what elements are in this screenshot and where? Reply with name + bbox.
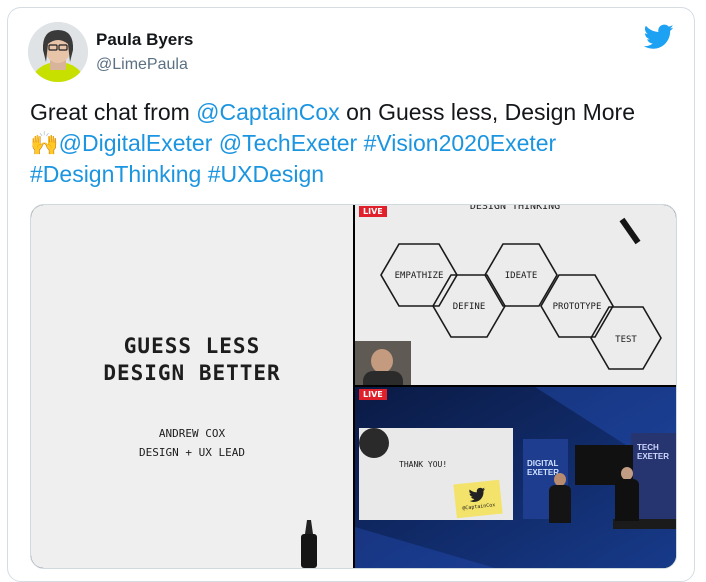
mention-captaincox[interactable]: @CaptainCox	[196, 99, 340, 125]
tweet-line-3: #DesignThinking #UXDesign	[30, 159, 680, 190]
slide-subtitle-line-1: ANDREW COX	[158, 427, 226, 440]
slide-subtitle-line-2: DESIGN + UX LEAD	[139, 446, 245, 459]
hexagon-label: DEFINE	[453, 302, 486, 312]
presenter-person-1	[549, 473, 571, 523]
hexagon-label: TEST	[615, 335, 637, 345]
slide-title: GUESS LESS DESIGN BETTER	[31, 333, 353, 387]
slide-title-line-1: GUESS LESS	[123, 334, 261, 358]
marker-pen	[301, 520, 317, 568]
twitter-bird-icon	[469, 487, 486, 502]
mention-techexeter[interactable]: @TechExeter	[219, 130, 357, 156]
hexagon-label: EMPATHIZE	[395, 271, 444, 281]
author-handle[interactable]: @LimePaula	[96, 56, 188, 74]
sticky-note-handle: @CaptainCox	[462, 502, 496, 512]
presenter-person-2	[615, 467, 639, 521]
screen-text-right: TECH EXETER	[637, 443, 670, 461]
hashtag-designthinking[interactable]: #DesignThinking	[30, 161, 201, 187]
twitter-bird-icon[interactable]	[644, 24, 674, 50]
raising-hands-emoji: 🙌	[30, 130, 59, 156]
hashtag-uxdesign[interactable]: #UXDesign	[208, 161, 324, 187]
hashtag-vision2020exeter[interactable]: #Vision2020Exeter	[364, 130, 557, 156]
media-image-bottom-right[interactable]: LIVE THANK YOU! @CaptainCox DIGITAL EXET…	[355, 387, 676, 568]
text-segment: Great chat from	[30, 99, 197, 125]
live-badge: LIVE	[359, 389, 387, 400]
hexagon-label: IDEATE	[505, 271, 538, 281]
tweet-text: Great chat from @CaptainCox on Guess les…	[30, 97, 680, 190]
media-grid[interactable]: GUESS LESS DESIGN BETTER ANDREW COX DESI…	[30, 204, 677, 569]
tweet-line-2: 🙌@DigitalExeter @TechExeter #Vision2020E…	[30, 128, 680, 159]
note-text: THANK YOU!	[399, 460, 448, 469]
presenter-webcam	[355, 341, 411, 385]
hexagon-label: PROTOTYPE	[553, 302, 602, 312]
mention-digitalexeter[interactable]: @DigitalExeter	[59, 130, 213, 156]
sticky-note: @CaptainCox	[453, 479, 503, 519]
tweet-line-1: Great chat from @CaptainCox on Guess les…	[30, 97, 680, 128]
slide-title-line-2: DESIGN BETTER	[103, 361, 281, 385]
media-image-left[interactable]: GUESS LESS DESIGN BETTER ANDREW COX DESI…	[31, 205, 353, 568]
media-image-top-right[interactable]: LIVE DESIGN THINKING EMPATHIZE DEFINE ID…	[355, 205, 676, 385]
webcam-person	[359, 428, 389, 458]
slide-subtitle: ANDREW COX DESIGN + UX LEAD	[31, 424, 353, 462]
author-name[interactable]: Paula Byers	[96, 30, 193, 50]
avatar[interactable]	[28, 22, 88, 82]
text-segment: on Guess less, Design More	[339, 99, 635, 125]
paper-note: THANK YOU! @CaptainCox	[359, 428, 513, 520]
tweet-card: Paula Byers @LimePaula Great chat from @…	[7, 7, 695, 582]
